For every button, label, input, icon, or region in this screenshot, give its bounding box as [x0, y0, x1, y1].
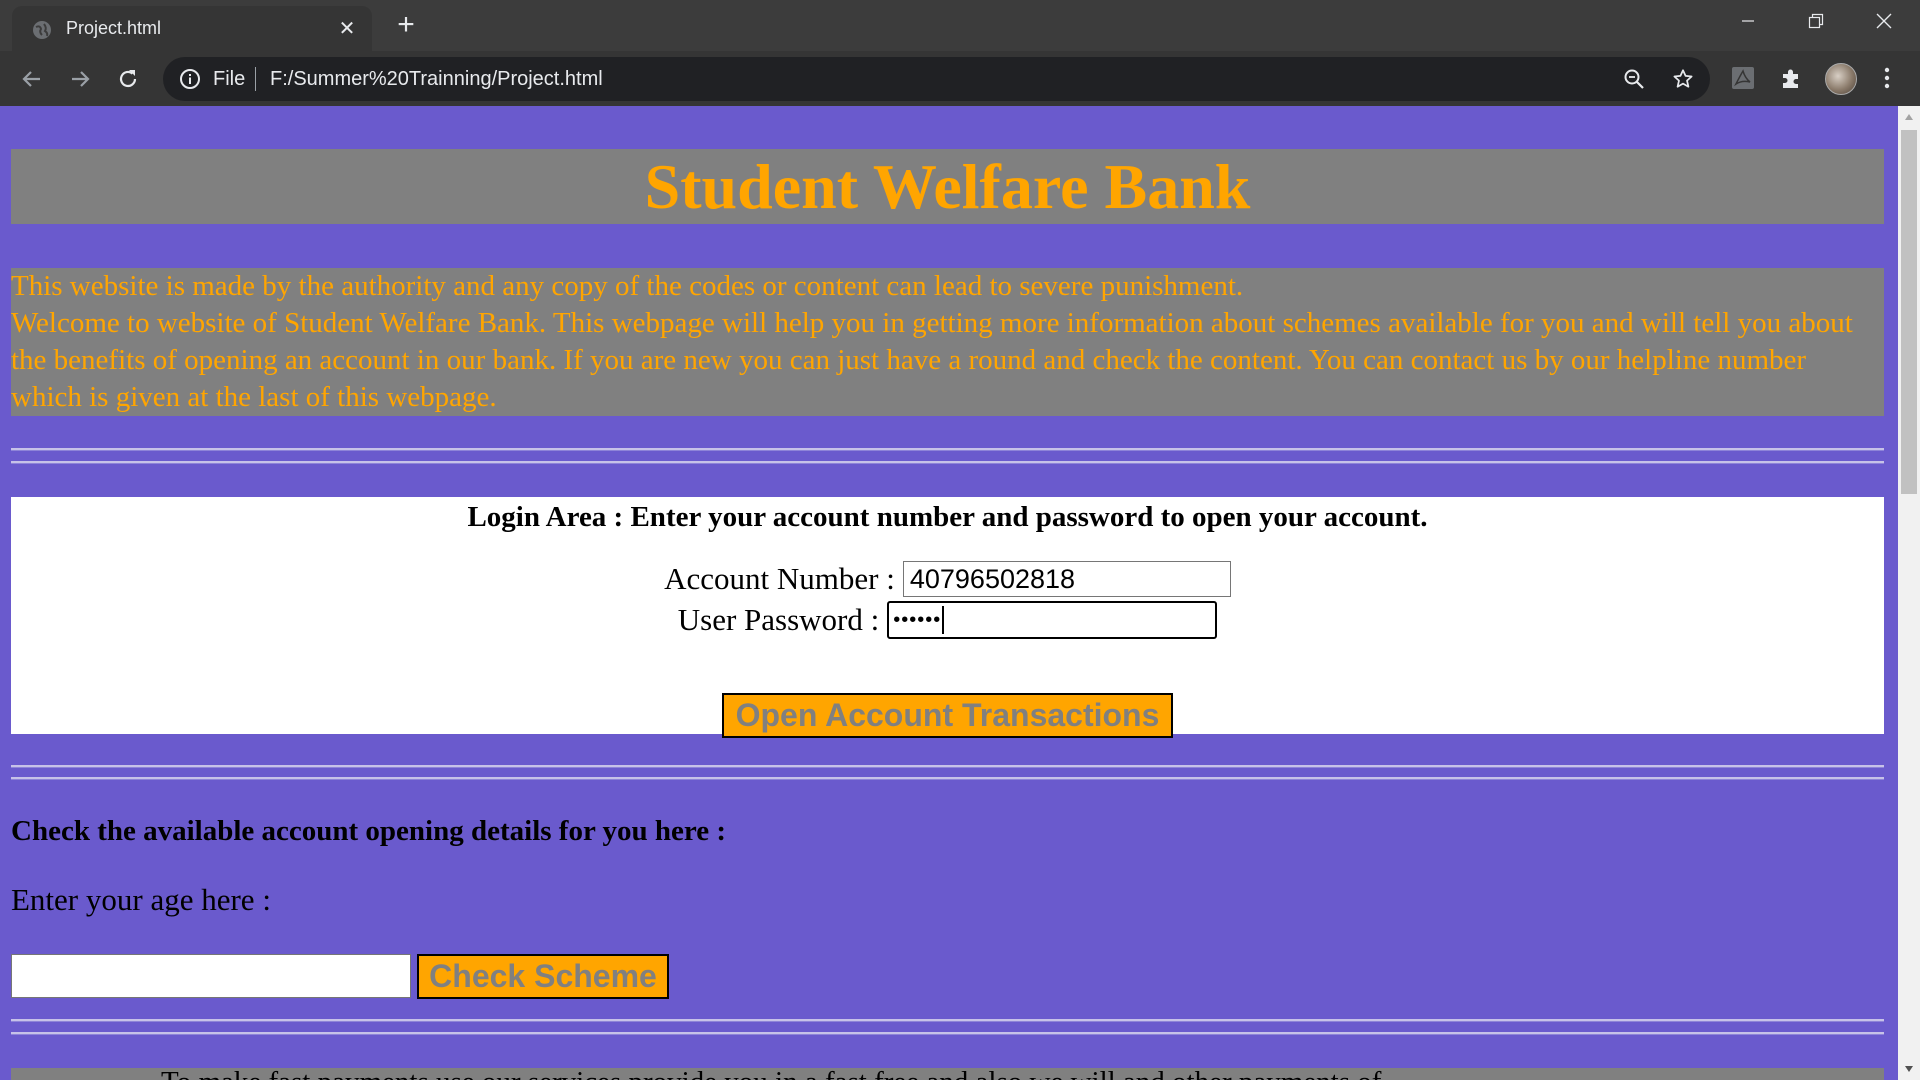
scheme-heading: Check the available account opening deta… — [11, 815, 727, 847]
account-number-label: Account Number : — [664, 561, 895, 596]
scrollbar-thumb[interactable] — [1901, 130, 1917, 494]
age-label: Enter your age here : — [11, 882, 271, 917]
divider — [11, 1032, 1884, 1035]
divider — [11, 777, 1884, 780]
payments-section: To make fast payments use our services p… — [11, 1068, 1884, 1080]
divider — [11, 1019, 1884, 1022]
reload-icon — [119, 70, 137, 88]
account-number-value: 40796502818 — [909, 563, 1076, 594]
zoom-icon[interactable] — [1623, 68, 1645, 90]
copyright-notice: This website is made by the authority an… — [11, 270, 1244, 302]
open-account-button[interactable]: Open Account Transactions — [722, 693, 1173, 738]
restore-icon — [1808, 13, 1824, 29]
info-icon[interactable] — [179, 68, 201, 90]
arrow-left-icon — [22, 71, 40, 87]
back-button[interactable] — [18, 65, 46, 93]
puzzle-icon — [1783, 69, 1798, 88]
forward-button[interactable] — [66, 65, 94, 93]
login-heading: Login Area : Enter your account number a… — [467, 501, 1428, 533]
age-input[interactable] — [11, 954, 411, 998]
tab-strip: Project.html ✕ + — [0, 0, 1920, 51]
globe-icon — [33, 21, 51, 39]
password-row: User Password : •••••• — [11, 601, 1884, 639]
url-text[interactable]: F:/Summer%20Trainning/Project.html — [270, 68, 603, 91]
extensions-button[interactable] — [1777, 64, 1805, 92]
triangle-down-icon — [1905, 1066, 1913, 1072]
close-icon — [1876, 13, 1892, 29]
reload-button[interactable] — [114, 65, 142, 93]
close-window-button[interactable] — [1850, 0, 1918, 42]
welcome-text: Welcome to website of Student Welfare Ba… — [11, 307, 1853, 413]
account-number-row: Account Number : 40796502818 — [11, 561, 1884, 597]
divider — [11, 448, 1884, 451]
pdf-extension-button[interactable] — [1729, 64, 1757, 92]
login-area: Login Area : Enter your account number a… — [11, 497, 1884, 738]
minimize-button[interactable] — [1714, 0, 1782, 42]
arrow-right-icon — [72, 71, 90, 87]
browser-tab[interactable]: Project.html ✕ — [12, 6, 372, 51]
kebab-menu-icon — [1884, 67, 1890, 89]
text-caret — [942, 606, 945, 634]
star-icon[interactable] — [1672, 68, 1694, 90]
pdf-icon — [1732, 67, 1754, 89]
intro-section: This website is made by the authority an… — [11, 268, 1884, 416]
tab-close-icon[interactable]: ✕ — [336, 18, 358, 40]
divider — [11, 765, 1884, 768]
tab-title: Project.html — [66, 18, 162, 38]
triangle-up-icon — [1905, 114, 1913, 120]
check-scheme-button[interactable]: Check Scheme — [417, 954, 669, 999]
page-viewport: Student Welfare Bank This website is mad… — [0, 106, 1898, 1080]
page-title: Student Welfare Bank — [11, 149, 1884, 224]
payments-text: To make fast payments use our services p… — [161, 1068, 1381, 1080]
account-number-input[interactable]: 40796502818 — [902, 561, 1231, 597]
profile-avatar[interactable] — [1825, 63, 1857, 95]
password-input[interactable]: •••••• — [887, 601, 1218, 639]
browser-toolbar: File F:/Summer%20Trainning/Project.html — [0, 51, 1920, 106]
divider — [11, 461, 1884, 464]
omnibox-divider — [255, 67, 256, 91]
menu-button[interactable] — [1873, 64, 1901, 92]
new-tab-button[interactable]: + — [390, 10, 422, 42]
restore-button[interactable] — [1782, 0, 1850, 42]
vertical-scrollbar[interactable] — [1898, 106, 1920, 1080]
password-label: User Password : — [677, 602, 880, 637]
scroll-down-button[interactable] — [1898, 1058, 1920, 1080]
password-value: •••••• — [893, 608, 942, 631]
site-scheme-label: File — [213, 68, 246, 90]
scroll-up-button[interactable] — [1898, 106, 1920, 128]
address-bar[interactable]: File F:/Summer%20Trainning/Project.html — [163, 57, 1710, 101]
minimize-icon — [1742, 20, 1754, 22]
